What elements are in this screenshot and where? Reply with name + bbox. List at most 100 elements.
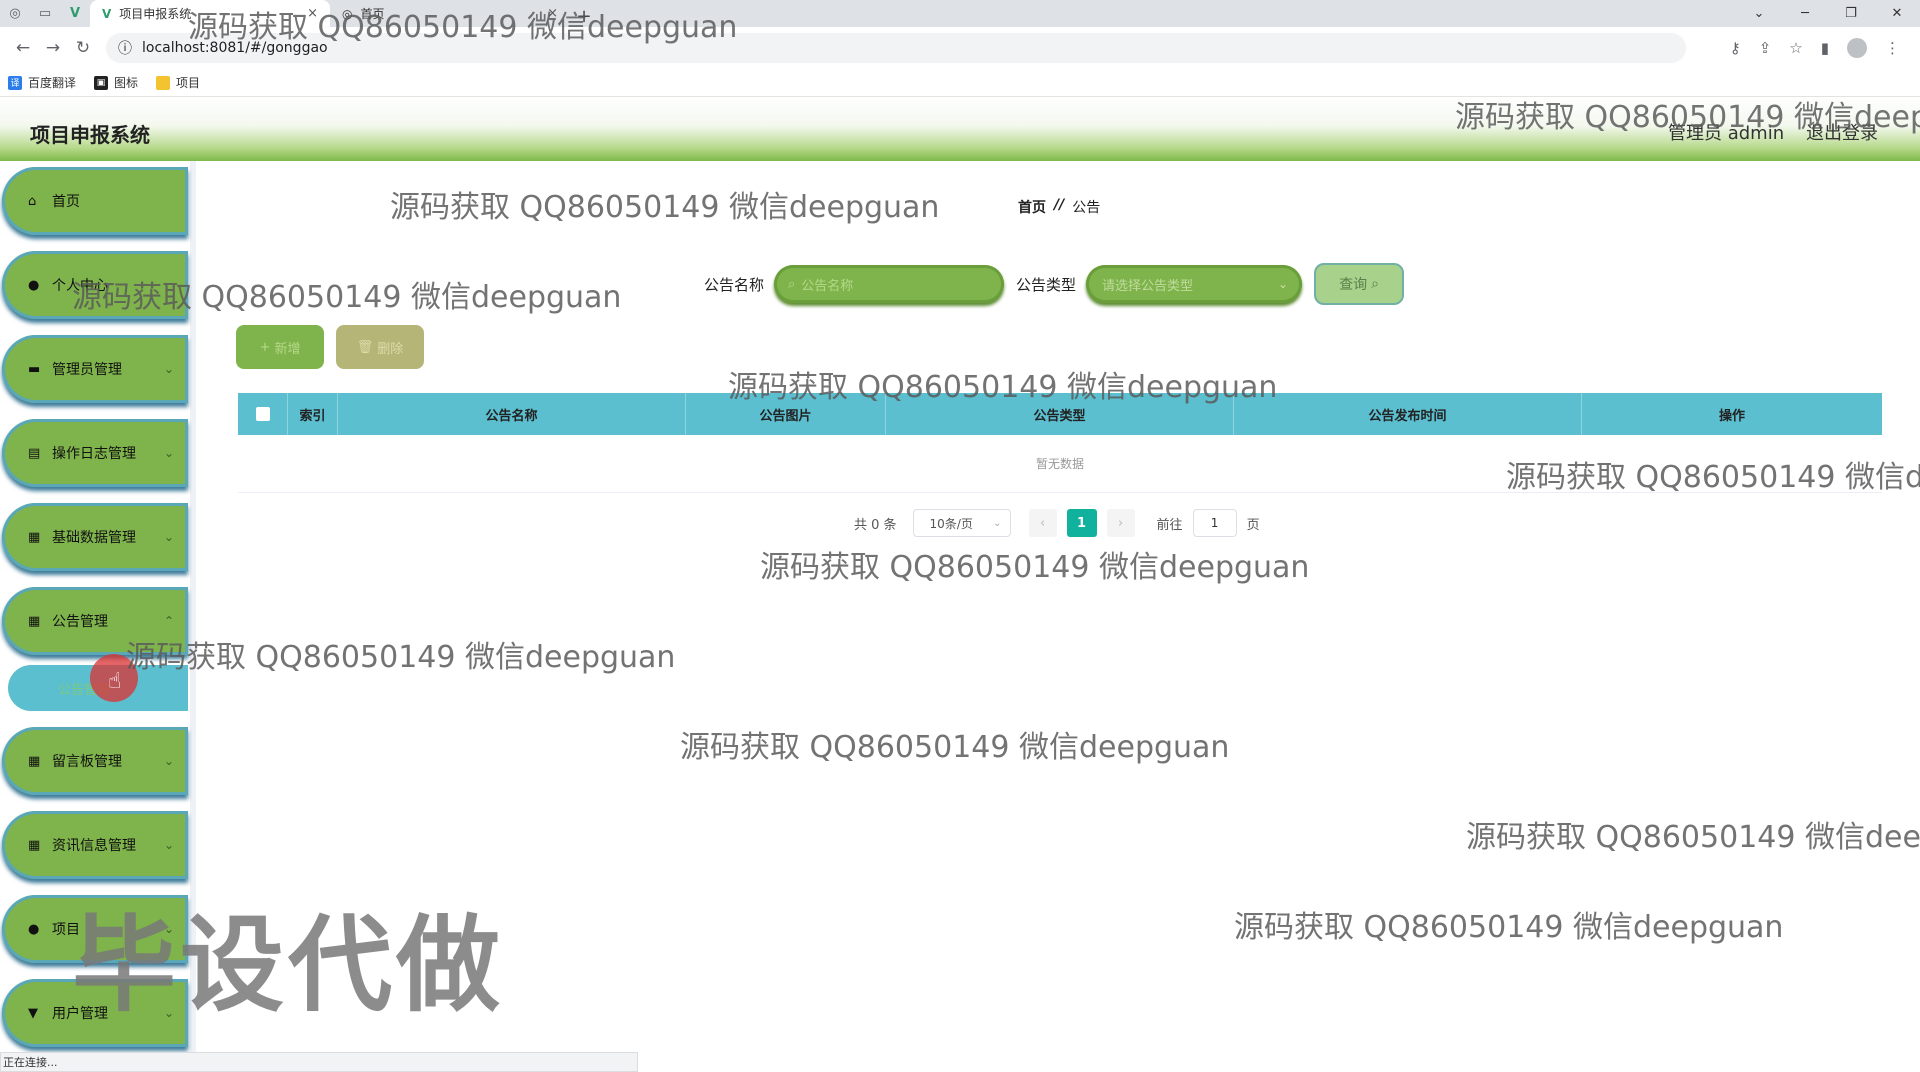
image-icon: ▣ — [94, 75, 109, 90]
sidebar-item-news[interactable]: ▦ 资讯信息管理 ⌄ — [2, 811, 188, 879]
bookmark-label: 百度翻译 — [28, 76, 77, 90]
column-header[interactable]: 索引 — [288, 393, 338, 435]
browser-toolbar: ⚷ ⇪ ☆ ▮ ⋮ — [1730, 38, 1912, 58]
tab-title: 首页 — [360, 7, 385, 21]
bookmarks-bar: 译 百度翻译 ▣ 图标 项目 — [0, 69, 1920, 97]
blank-tab-icon[interactable]: ▭ — [30, 0, 60, 27]
bookmark-label: 项目 — [176, 76, 201, 90]
info-icon[interactable]: ⓘ — [118, 38, 132, 58]
pagination: 共 0 条 10条/页 ⌄ ‹ 1 › 前往 1 页 — [854, 509, 1260, 537]
add-button[interactable]: + 新增 — [236, 325, 324, 369]
bookmark-label: 图标 — [114, 76, 139, 90]
page-size-select[interactable]: 10条/页 ⌄ — [912, 509, 1011, 537]
trash-icon: 🗑 — [356, 339, 374, 355]
sidebar-item-label: 资讯信息管理 — [52, 838, 136, 854]
goto-page-input[interactable]: 1 — [1192, 509, 1237, 537]
prev-page-icon[interactable]: ‹ — [1028, 509, 1057, 537]
sidepanel-icon[interactable]: ▮ — [1821, 39, 1829, 57]
next-page-icon[interactable]: › — [1106, 509, 1135, 537]
column-header[interactable]: 公告类型 — [886, 393, 1234, 435]
notice-name-label: 公告名称 — [704, 275, 765, 294]
search-icon: ⌕ — [1371, 276, 1379, 292]
sidebar-item-notice[interactable]: ▦ 公告管理 ⌃ — [2, 587, 188, 655]
chevron-up-icon: ⌃ — [163, 614, 174, 628]
sidebar-item-label: 用户管理 — [52, 1006, 108, 1022]
bookmark-baidu-translate[interactable]: 译 百度翻译 — [8, 74, 76, 91]
add-label: 新增 — [274, 341, 301, 357]
star-icon[interactable]: ☆ — [1789, 39, 1802, 57]
breadcrumb-current: 公告 — [1072, 200, 1101, 216]
sidebar-item-oplog[interactable]: ▤ 操作日志管理 ⌄ — [2, 419, 188, 487]
chevron-down-icon: ⌄ — [163, 530, 174, 544]
menu-dots-icon[interactable]: ⋮ — [1885, 39, 1900, 57]
breadcrumb: 首页 // 公告 — [1018, 197, 1100, 217]
window-controls: ⌄ ─ ❐ ✕ — [1736, 0, 1920, 27]
chevron-down-icon: ⌄ — [163, 922, 174, 936]
sidebar-item-profile[interactable]: ● 个人中心 — [2, 251, 188, 319]
sidebar-item-label: 首页 — [52, 194, 80, 210]
tab-project-system[interactable]: V 项目申报系统 × — [90, 0, 330, 27]
clipboard-icon: ▤ — [28, 445, 41, 461]
column-header[interactable]: 公告图片 — [686, 393, 886, 435]
bookmark-icons[interactable]: ▣ 图标 — [94, 74, 138, 91]
page-suffix: 页 — [1246, 517, 1260, 533]
notice-name-input[interactable]: ⌕ 公告名称 — [774, 265, 1005, 303]
back-icon[interactable]: ← — [8, 33, 38, 63]
globe-icon: ◎ — [342, 6, 353, 21]
total-count: 共 0 条 — [854, 517, 897, 533]
app-header: 项目申报系统 管理员 admin 退出登录 — [0, 97, 1920, 161]
globe-icon[interactable]: ◎ — [0, 0, 30, 27]
forward-icon[interactable]: → — [38, 33, 68, 63]
column-header[interactable]: 公告发布时间 — [1234, 393, 1582, 435]
logout-link[interactable]: 退出登录 — [1806, 119, 1878, 145]
current-user: 管理员 admin — [1668, 123, 1785, 144]
breadcrumb-separator: // — [1054, 197, 1065, 213]
page-number-active[interactable]: 1 — [1066, 509, 1097, 537]
sidebar-item-label: 公告管理 — [52, 614, 108, 630]
share-icon[interactable]: ⇪ — [1759, 39, 1772, 57]
tab-title: 项目申报系统 — [119, 7, 192, 21]
url-input[interactable]: ⓘ localhost:8081/#/gonggao — [106, 33, 1686, 63]
breadcrumb-home[interactable]: 首页 — [1018, 197, 1046, 217]
hand-cursor-icon: ☝ — [108, 669, 122, 694]
close-window-icon[interactable]: ✕ — [1874, 0, 1920, 27]
column-header[interactable]: 公告名称 — [338, 393, 686, 435]
tab-close-icon[interactable]: × — [547, 6, 558, 21]
vue-tab-icon[interactable]: V — [60, 0, 90, 27]
query-button[interactable]: 查询 ⌕ — [1314, 263, 1405, 305]
reload-icon[interactable]: ↻ — [68, 33, 98, 63]
sidebar-item-message-board[interactable]: ▦ 留言板管理 ⌄ — [2, 727, 188, 795]
bookmark-project[interactable]: 项目 — [156, 74, 200, 91]
query-label: 查询 — [1339, 277, 1368, 293]
cup-icon: ▼ — [28, 1005, 38, 1021]
grid-icon: ▦ — [28, 529, 41, 545]
sidebar-item-users[interactable]: ▼ 用户管理 ⌄ — [2, 979, 188, 1047]
restore-icon[interactable]: ❐ — [1828, 0, 1874, 27]
action-row: + 新增 🗑 删除 — [236, 325, 424, 369]
chevron-down-icon: ⌄ — [163, 362, 174, 376]
sidebar-item-admin[interactable]: ▬ 管理员管理 ⌄ — [2, 335, 188, 403]
grid-icon: ▦ — [28, 613, 41, 629]
column-header: 操作 — [1718, 408, 1745, 424]
goto-label: 前往 — [1156, 517, 1183, 533]
tab-close-icon[interactable]: × — [307, 6, 318, 21]
folder-icon — [156, 75, 171, 90]
select-all-cell — [238, 393, 288, 435]
sidebar-item-home[interactable]: ⌂ 首页 — [2, 167, 188, 235]
home-icon: ⌂ — [28, 193, 37, 209]
tab-search-icon[interactable]: ⌄ — [1736, 0, 1782, 27]
new-tab-button[interactable]: + — [570, 6, 598, 27]
notice-type-select[interactable]: 请选择公告类型 ⌄ — [1086, 265, 1303, 303]
tab-home[interactable]: ◎ 首页 × — [330, 0, 570, 27]
sidebar-item-label: 个人中心 — [52, 278, 108, 294]
delete-button[interactable]: 🗑 删除 — [336, 325, 424, 369]
profile-avatar[interactable] — [1847, 38, 1867, 58]
sidebar-item-project[interactable]: ● 项目 ⌄ — [2, 895, 188, 963]
empty-state: 暂无数据 — [238, 435, 1882, 493]
key-icon[interactable]: ⚷ — [1730, 39, 1741, 57]
search-form: 公告名称 ⌕ 公告名称 公告类型 请选择公告类型 ⌄ 查询 ⌕ — [704, 263, 1405, 305]
select-all-checkbox[interactable] — [255, 407, 270, 421]
sidebar-item-basedata[interactable]: ▦ 基础数据管理 ⌄ — [2, 503, 188, 571]
chevron-down-icon: ⌄ — [163, 446, 174, 460]
minimize-icon[interactable]: ─ — [1782, 0, 1828, 27]
